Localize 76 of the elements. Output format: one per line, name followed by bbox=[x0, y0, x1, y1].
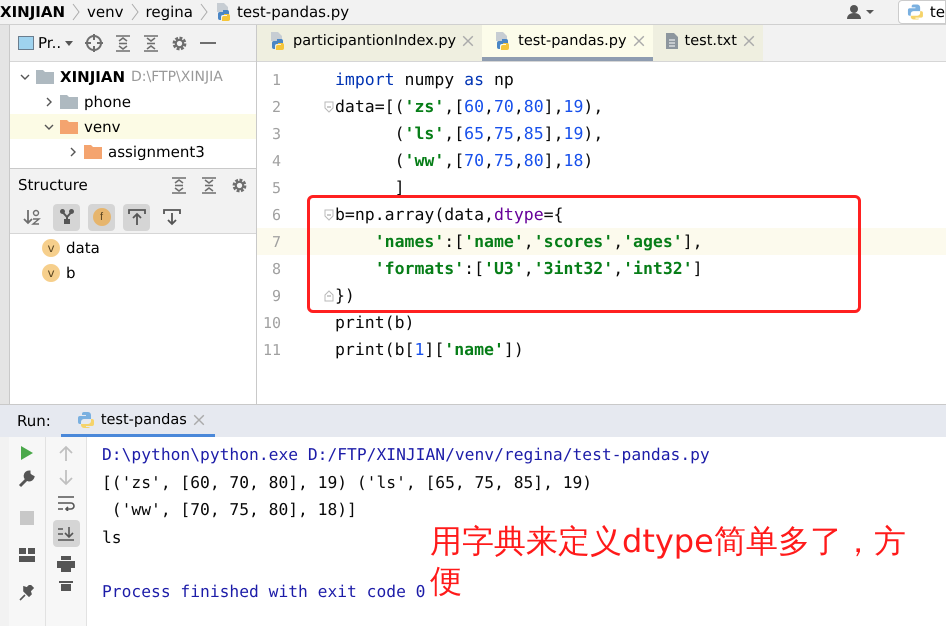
user-icon[interactable] bbox=[846, 4, 876, 20]
breadcrumb-item[interactable]: venv bbox=[87, 3, 124, 21]
code-line: 3 ('ls',[65,75,85],19), bbox=[270, 123, 604, 145]
show-inherited-button[interactable] bbox=[53, 204, 80, 230]
code-line: 6 b=np.array(data,dtype={ bbox=[270, 204, 564, 226]
structure-item[interactable]: v data bbox=[10, 235, 256, 260]
chevron-down-icon[interactable] bbox=[20, 72, 30, 82]
locate-icon[interactable] bbox=[85, 34, 104, 52]
panel-title: Structure bbox=[18, 176, 89, 194]
chevron-right-icon[interactable] bbox=[68, 146, 78, 156]
tree-item[interactable]: assignment3 bbox=[10, 139, 256, 164]
sort-icon bbox=[22, 208, 40, 226]
print-icon[interactable] bbox=[57, 556, 75, 572]
structure-item[interactable]: v b bbox=[10, 260, 256, 285]
python-icon bbox=[907, 3, 924, 21]
collapse-all-icon[interactable] bbox=[201, 176, 217, 194]
expand-all-icon[interactable] bbox=[171, 176, 187, 194]
collapse-all-icon[interactable] bbox=[143, 34, 160, 52]
annotation-text: 用字典来定义dtype简单多了，方便 bbox=[430, 521, 907, 601]
soft-wrap-icon[interactable] bbox=[57, 495, 75, 511]
fold-marker-icon[interactable] bbox=[324, 290, 334, 302]
code-line: 5 ] bbox=[270, 177, 406, 199]
settings-icon[interactable] bbox=[231, 176, 248, 194]
layout-icon[interactable] bbox=[19, 548, 35, 562]
python-icon bbox=[76, 410, 95, 428]
hierarchy-icon bbox=[60, 209, 74, 225]
project-path: D:\FTP\XINJIA bbox=[131, 68, 223, 84]
console-output-line: ls bbox=[102, 526, 122, 548]
code-line: 11 print(b[1]['name']) bbox=[262, 339, 525, 361]
trash-icon[interactable] bbox=[59, 581, 73, 591]
expand-all-icon[interactable] bbox=[115, 34, 132, 52]
editor-tab[interactable]: participantionIndex.py bbox=[257, 25, 482, 61]
code-line: 9 }) bbox=[270, 285, 356, 307]
run-configuration-selector[interactable]: te bbox=[898, 0, 946, 24]
scroll-to-end-icon bbox=[57, 526, 75, 542]
arrow-down-icon bbox=[162, 208, 180, 226]
chevron-right-icon[interactable] bbox=[44, 96, 54, 106]
play-icon[interactable] bbox=[20, 445, 34, 461]
folder-icon bbox=[36, 69, 54, 84]
breadcrumb-item[interactable]: test-pandas.py bbox=[215, 2, 350, 22]
console-output-line: Process finished with exit code 0 bbox=[102, 581, 426, 603]
chevron-separator-icon bbox=[130, 3, 140, 21]
fold-marker-icon[interactable] bbox=[324, 208, 334, 220]
console-output-line: D:\python\python.exe D:/FTP/XINJIAN/venv/regina/test-pandas.py bbox=[102, 444, 710, 466]
console-output-line: ('ww', [70, 75, 80], 18)] bbox=[110, 499, 357, 521]
arrow-up-icon bbox=[128, 208, 146, 226]
chevron-down-icon[interactable] bbox=[44, 122, 54, 132]
settings-icon[interactable] bbox=[171, 34, 188, 52]
chevron-separator-icon bbox=[71, 3, 82, 21]
code-line: 2 data=[('zs',[60,70,80],19), bbox=[270, 96, 604, 118]
caret-icon bbox=[65, 40, 74, 46]
chevron-separator-icon bbox=[199, 3, 209, 21]
window-icon bbox=[18, 36, 34, 50]
console-output-line: [('zs', [60, 70, 80], 19) ('ls', [65, 75, 85], 19) bbox=[102, 472, 592, 494]
editor-tab[interactable]: test-pandas.py bbox=[482, 25, 653, 61]
tree-item[interactable]: XINJIAN D:\FTP\XINJIA bbox=[10, 64, 256, 89]
code-line: 4 ('ww',[70,75,80],18) bbox=[270, 150, 594, 172]
code-line: 1 import numpy as np bbox=[270, 69, 515, 91]
run-label: Run: bbox=[16, 411, 52, 432]
view-selector[interactable]: Pr.. bbox=[18, 34, 74, 52]
pin-icon[interactable] bbox=[19, 585, 35, 601]
tree-item[interactable]: venv bbox=[10, 114, 256, 139]
autoscroll-to-source-button[interactable] bbox=[123, 204, 150, 230]
breadcrumb-item[interactable]: regina bbox=[146, 3, 193, 21]
wrench-icon[interactable] bbox=[18, 470, 36, 488]
editor-tab[interactable]: test.txt bbox=[652, 25, 763, 61]
python-file-icon bbox=[269, 31, 287, 51]
breadcrumb-item[interactable]: XINJIAN bbox=[0, 3, 66, 21]
minimize-icon[interactable] bbox=[200, 41, 216, 45]
fold-marker-icon[interactable] bbox=[324, 100, 334, 112]
show-fields-button[interactable]: f bbox=[88, 204, 115, 230]
scroll-to-end-button[interactable] bbox=[52, 520, 80, 547]
code-line: 8 'formats':['U3','3int32','int32'] bbox=[270, 258, 704, 280]
text-file-icon bbox=[664, 32, 679, 50]
tree-item[interactable]: phone bbox=[10, 89, 256, 114]
code-line: 10 print(b) bbox=[262, 312, 416, 334]
